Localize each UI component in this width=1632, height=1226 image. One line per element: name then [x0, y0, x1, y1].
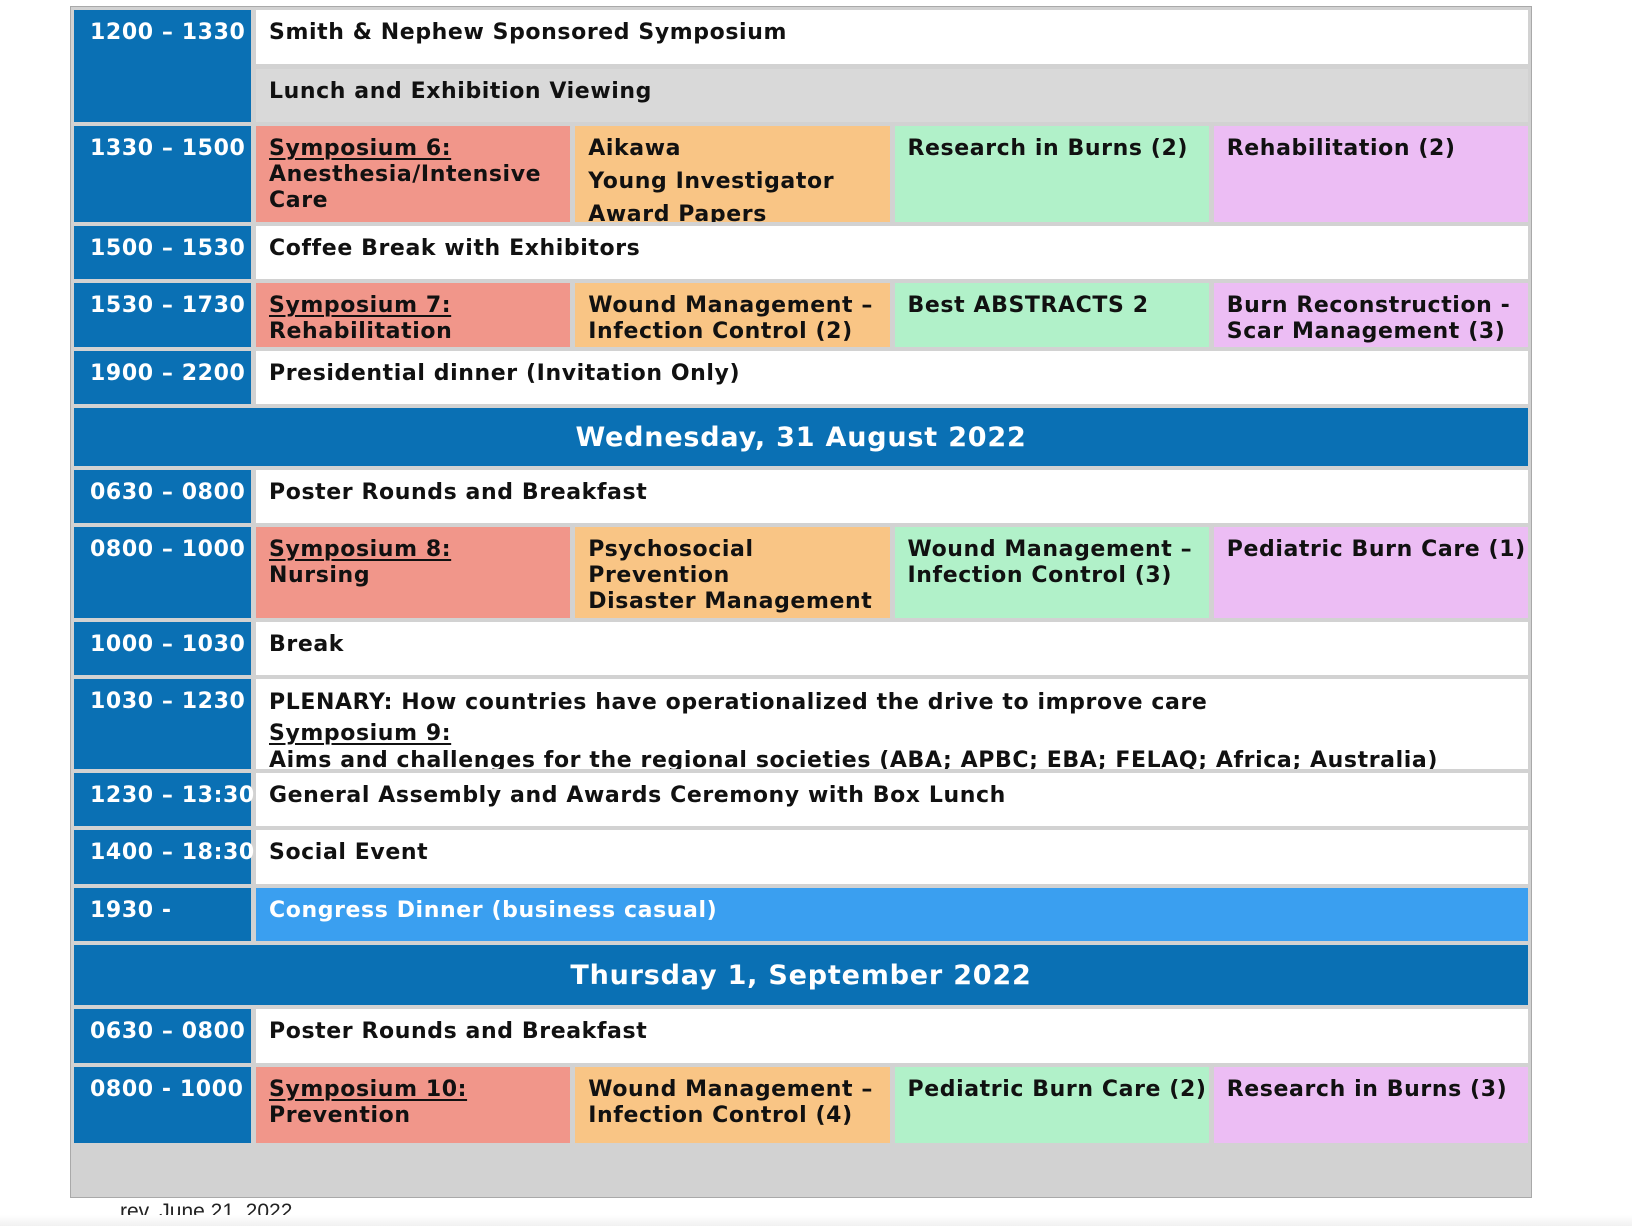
session-line: Wound Management – [588, 293, 873, 318]
schedule-row: 1000 – 1030 Break [74, 622, 1528, 675]
time-cell: 0630 – 0800 [74, 470, 251, 523]
session-cell: Wound Management – Infection Control (4) [575, 1067, 890, 1143]
plenary-cell: PLENARY: How countries have operationali… [256, 679, 1528, 769]
session-cell: Break [256, 622, 1528, 675]
session-line: Anesthesia/Intensive [269, 162, 542, 187]
session-line: Best ABSTRACTS 2 [907, 293, 1149, 318]
time-cell: 0630 – 0800 [74, 1009, 251, 1063]
session-cell: Pediatric Burn Care (2) [894, 1067, 1209, 1143]
session-line: Pediatric Burn Care (2) [907, 1077, 1207, 1102]
session-line: Research in Burns (2) [907, 136, 1189, 161]
time-cell: 1500 – 1530 [74, 226, 251, 279]
session-line: Rehabilitation [269, 319, 453, 344]
session-line: Pediatric Burn Care (1) [1226, 537, 1526, 562]
session-cell: Best ABSTRACTS 2 [894, 283, 1209, 347]
session-cell: General Assembly and Awards Ceremony wit… [256, 773, 1528, 826]
session-line: Prevention [588, 563, 730, 588]
time-cell: 1000 – 1030 [74, 622, 251, 675]
symposium-label: Symposium 10: [269, 1077, 468, 1102]
plenary-title: PLENARY: How countries have operationali… [269, 690, 1208, 715]
session-cell: Coffee Break with Exhibitors [256, 226, 1528, 279]
session-cell: Pediatric Burn Care (1) [1213, 527, 1528, 618]
day-header: Wednesday, 31 August 2022 [74, 408, 1528, 466]
session-cell: Poster Rounds and Breakfast [256, 470, 1528, 523]
session-stack: Smith & Nephew Sponsored Symposium Lunch… [256, 10, 1528, 122]
session-cell: Wound Management – Infection Control (2) [575, 283, 890, 347]
session-line: Aikawa [588, 136, 682, 161]
time-cell: 0800 - 1000 [74, 1067, 251, 1143]
session-line: Burn Reconstruction - [1226, 293, 1511, 318]
session-cell: Social Event [256, 830, 1528, 884]
congress-dinner-cell: Congress Dinner (business casual) [256, 888, 1528, 941]
time-cell: 1400 – 18:30 [74, 830, 254, 884]
symposium-cell: Symposium 7: Rehabilitation [256, 283, 571, 347]
session-line: Infection Control (2) [588, 319, 853, 344]
session-cell: Poster Rounds and Breakfast [256, 1009, 1528, 1063]
schedule-row: 0800 – 1000 Symposium 8: Nursing Psychos… [74, 527, 1528, 618]
page-bottom-edge [0, 1215, 1632, 1226]
session-cell: Psychosocial Prevention Disaster Managem… [575, 527, 890, 618]
session-cell: Research in Burns (3) [1213, 1067, 1528, 1143]
schedule-row: 1900 – 2200 Presidential dinner (Invitat… [74, 351, 1528, 404]
session-line: Research in Burns (3) [1226, 1077, 1508, 1102]
schedule-row: 0630 – 0800 Poster Rounds and Breakfast [74, 470, 1528, 523]
schedule-table: 1200 – 1330 Smith & Nephew Sponsored Sym… [70, 6, 1532, 1198]
session-cell: Presidential dinner (Invitation Only) [256, 351, 1528, 404]
schedule-row: 1930 - Congress Dinner (business casual) [74, 888, 1528, 941]
session-line: Wound Management – [907, 537, 1193, 562]
session-line: Infection Control (3) [907, 563, 1172, 588]
symposium-label: Symposium 8: [269, 537, 452, 562]
session-line: Award Papers [588, 202, 767, 222]
symposium-cell: Symposium 6: Anesthesia/Intensive Care [256, 126, 571, 222]
schedule-row: 0630 – 0800 Poster Rounds and Breakfast [74, 1009, 1528, 1063]
session-cell: Wound Management – Infection Control (3) [894, 527, 1209, 618]
time-cell: 1230 – 13:30 [74, 773, 254, 826]
schedule-row: 1330 – 1500 Symposium 6: Anesthesia/Inte… [74, 126, 1528, 222]
schedule-row: 0800 - 1000 Symposium 10: Prevention Wou… [74, 1067, 1528, 1143]
time-cell: 0800 – 1000 [74, 527, 251, 618]
schedule-row: 1530 – 1730 Symposium 7: Rehabilitation … [74, 283, 1528, 347]
schedule-row: 1200 – 1330 Smith & Nephew Sponsored Sym… [74, 10, 1528, 122]
session-line: Care [269, 188, 329, 213]
session-line: Aims and challenges for the regional soc… [269, 748, 1438, 769]
session-line: Nursing [269, 563, 371, 588]
time-cell: 1200 – 1330 [74, 10, 251, 122]
session-line: Scar Management (3) [1226, 319, 1506, 344]
symposium-cell: Symposium 8: Nursing [256, 527, 571, 618]
symposium-label: Symposium 7: [269, 293, 452, 318]
session-cell: Research in Burns (2) [894, 126, 1209, 222]
time-cell: 1330 – 1500 [74, 126, 251, 222]
schedule-row: 1030 – 1230 PLENARY: How countries have … [74, 679, 1528, 769]
time-cell: 1030 – 1230 [74, 679, 251, 769]
session-line: Disaster Management [588, 589, 873, 614]
session-line: Infection Control (4) [588, 1103, 853, 1128]
time-cell: 1900 – 2200 [74, 351, 251, 404]
session-line: Psychosocial [588, 537, 754, 562]
schedule-row: 1500 – 1530 Coffee Break with Exhibitors [74, 226, 1528, 279]
schedule-row: 1400 – 18:30 Social Event [74, 830, 1528, 884]
session-cell: Smith & Nephew Sponsored Symposium [256, 10, 1528, 64]
session-cell: Aikawa Young Investigator Award Papers [575, 126, 890, 222]
session-line: Rehabilitation (2) [1226, 136, 1456, 161]
session-line: Prevention [269, 1103, 411, 1128]
symposium-label: Symposium 9: [269, 721, 452, 746]
time-cell: 1930 - [74, 888, 251, 941]
session-line: Young Investigator [588, 169, 835, 194]
session-line: Wound Management – [588, 1077, 873, 1102]
time-cell: 1530 – 1730 [74, 283, 251, 347]
schedule-row: 1230 – 13:30 General Assembly and Awards… [74, 773, 1528, 826]
symposium-label: Symposium 6: [269, 136, 452, 161]
session-cell: Rehabilitation (2) [1213, 126, 1528, 222]
session-cell: Burn Reconstruction - Scar Management (3… [1213, 283, 1528, 347]
session-cell-lunch: Lunch and Exhibition Viewing [256, 68, 1528, 122]
symposium-cell: Symposium 10: Prevention [256, 1067, 571, 1143]
day-header: Thursday 1, September 2022 [74, 945, 1528, 1005]
